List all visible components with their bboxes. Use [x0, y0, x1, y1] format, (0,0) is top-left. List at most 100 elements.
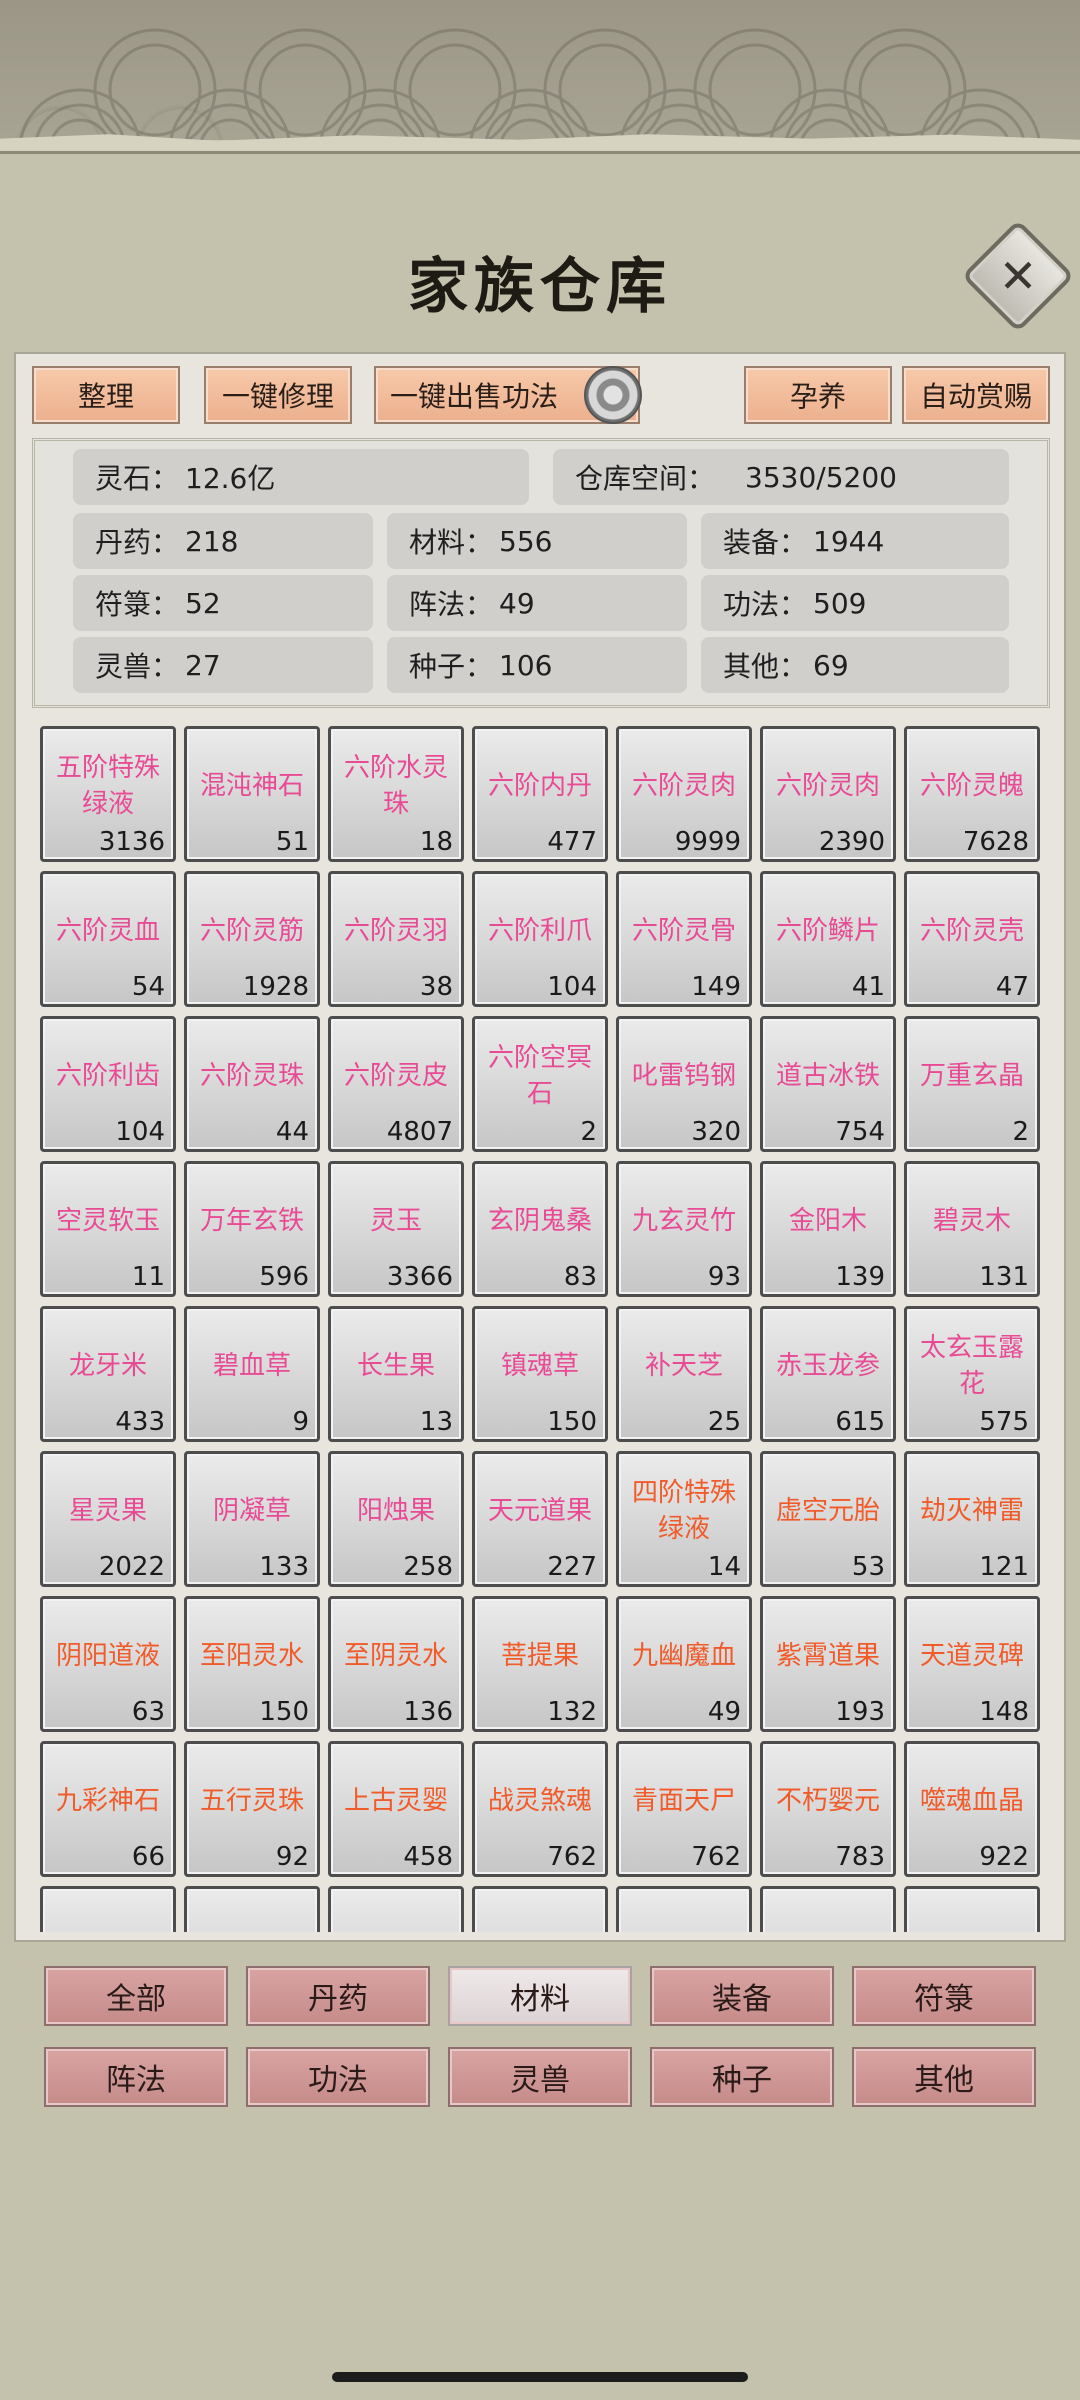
item-slot[interactable]: 龙牙米 433	[40, 1306, 176, 1442]
item-slot[interactable]: 六阶灵肉 9999	[616, 726, 752, 862]
item-count: 2	[1012, 1117, 1029, 1147]
tab-8[interactable]: 种子	[650, 2047, 834, 2107]
item-slot[interactable]: 五行灵珠 92	[184, 1741, 320, 1877]
item-slot[interactable]: 虚空元胎 53	[760, 1451, 896, 1587]
item-slot[interactable]: 青面天尸 762	[616, 1741, 752, 1877]
tab-5[interactable]: 阵法	[44, 2047, 228, 2107]
item-slot[interactable]: 至阳灵水 150	[184, 1596, 320, 1732]
tab-4[interactable]: 符箓	[852, 1966, 1036, 2026]
item-count: 3366	[386, 1262, 453, 1292]
item-slot[interactable]: 劫灭神雷 121	[904, 1451, 1040, 1587]
item-name: 上古灵婴	[343, 1786, 448, 1816]
item-slot[interactable]	[472, 1886, 608, 1932]
item-slot[interactable]: 星灵果 2022	[40, 1451, 176, 1587]
item-slot[interactable]	[616, 1886, 752, 1932]
item-count: 104	[547, 972, 597, 1002]
item-slot[interactable]: 噬魂血晶 922	[904, 1741, 1040, 1877]
item-slot[interactable]: 道古冰铁 754	[760, 1016, 896, 1152]
item-slot[interactable]: 六阶鳞片 41	[760, 871, 896, 1007]
item-slot[interactable]: 六阶灵皮 4807	[328, 1016, 464, 1152]
home-indicator[interactable]	[332, 2372, 748, 2382]
item-count: 53	[851, 1552, 885, 1582]
item-slot[interactable]: 六阶灵骨 149	[616, 871, 752, 1007]
item-slot[interactable]	[904, 1886, 1040, 1932]
item-slot[interactable]: 叱雷钨钢 320	[616, 1016, 752, 1152]
item-slot[interactable]: 玄阴鬼桑 83	[472, 1161, 608, 1297]
item-name: 六阶灵皮	[343, 1061, 448, 1091]
warehouse-panel: 整理 一键修理 一键出售功法 孕养 自动赏赐 灵石： 12.6亿 仓库空间： 353…	[14, 352, 1066, 1942]
item-slot[interactable]: 金阳木 139	[760, 1161, 896, 1297]
item-slot[interactable]: 六阶灵筋 1928	[184, 871, 320, 1007]
stat-zhenfa: 阵法： 49	[387, 575, 687, 631]
item-grid[interactable]: 五阶特殊绿液 3136 混沌神石 51 六阶水灵珠 18 六阶内丹 477 六阶灵肉 9999 六阶…	[30, 724, 1054, 1932]
item-slot[interactable]: 赤玉龙参 615	[760, 1306, 896, 1442]
item-slot[interactable]: 六阶灵魄 7628	[904, 726, 1040, 862]
item-slot[interactable]: 四阶特殊绿液 14	[616, 1451, 752, 1587]
nurture-button[interactable]: 孕养	[744, 366, 892, 424]
item-count: 4807	[386, 1117, 453, 1147]
tab-6[interactable]: 功法	[246, 2047, 430, 2107]
item-slot[interactable]: 六阶水灵珠 18	[328, 726, 464, 862]
item-slot[interactable]: 六阶利爪 104	[472, 871, 608, 1007]
item-slot[interactable]: 九彩神石 66	[40, 1741, 176, 1877]
item-slot[interactable]	[184, 1886, 320, 1932]
item-slot[interactable]	[40, 1886, 176, 1932]
item-count: 93	[707, 1262, 741, 1292]
item-slot[interactable]	[760, 1886, 896, 1932]
repair-all-button[interactable]: 一键修理	[204, 366, 352, 424]
item-slot[interactable]: 五阶特殊绿液 3136	[40, 726, 176, 862]
item-slot[interactable]: 六阶灵壳 47	[904, 871, 1040, 1007]
auto-reward-button[interactable]: 自动赏赐	[902, 366, 1050, 424]
item-slot[interactable]: 菩提果 132	[472, 1596, 608, 1732]
item-slot[interactable]: 万重玄晶 2	[904, 1016, 1040, 1152]
item-slot[interactable]: 六阶灵羽 38	[328, 871, 464, 1007]
item-slot[interactable]: 万年玄铁 596	[184, 1161, 320, 1297]
item-slot[interactable]: 六阶灵肉 2390	[760, 726, 896, 862]
tab-0[interactable]: 全部	[44, 1966, 228, 2026]
item-slot[interactable]: 不朽婴元 783	[760, 1741, 896, 1877]
item-slot[interactable]: 天元道果 227	[472, 1451, 608, 1587]
item-slot[interactable]: 阴阳道液 63	[40, 1596, 176, 1732]
item-slot[interactable]: 六阶灵血 54	[40, 871, 176, 1007]
item-slot[interactable]: 阳烛果 258	[328, 1451, 464, 1587]
item-slot[interactable]: 至阴灵水 136	[328, 1596, 464, 1732]
item-name: 镇魂草	[500, 1351, 579, 1381]
item-count: 477	[547, 827, 597, 857]
sort-button[interactable]: 整理	[32, 366, 180, 424]
item-slot[interactable]: 战灵煞魂 762	[472, 1741, 608, 1877]
item-slot[interactable]: 空灵软玉 11	[40, 1161, 176, 1297]
item-slot[interactable]: 六阶空冥石 2	[472, 1016, 608, 1152]
tab-7[interactable]: 灵兽	[448, 2047, 632, 2107]
item-name: 万年玄铁	[199, 1206, 304, 1236]
item-slot[interactable]: 天道灵碑 148	[904, 1596, 1040, 1732]
tab-2[interactable]: 材料	[448, 1966, 632, 2026]
stat-fulu: 符箓： 52	[73, 575, 373, 631]
item-slot[interactable]: 长生果 13	[328, 1306, 464, 1442]
item-slot[interactable]: 六阶灵珠 44	[184, 1016, 320, 1152]
gear-icon[interactable]	[584, 366, 642, 424]
sell-gongfa-button[interactable]: 一键出售功法	[374, 366, 642, 424]
item-slot[interactable]: 碧血草 9	[184, 1306, 320, 1442]
item-name: 九玄灵竹	[631, 1206, 736, 1236]
item-slot[interactable]: 九幽魔血 49	[616, 1596, 752, 1732]
item-slot[interactable]: 六阶内丹 477	[472, 726, 608, 862]
item-slot[interactable]: 六阶利齿 104	[40, 1016, 176, 1152]
item-slot[interactable]: 补天芝 25	[616, 1306, 752, 1442]
item-slot[interactable]: 镇魂草 150	[472, 1306, 608, 1442]
item-slot[interactable]: 阴凝草 133	[184, 1451, 320, 1587]
item-count: 2	[580, 1117, 597, 1147]
tab-3[interactable]: 装备	[650, 1966, 834, 2026]
item-slot[interactable]: 九玄灵竹 93	[616, 1161, 752, 1297]
item-count: 66	[131, 1842, 165, 1872]
item-slot[interactable]: 上古灵婴 458	[328, 1741, 464, 1877]
item-slot[interactable]	[328, 1886, 464, 1932]
item-slot[interactable]: 碧灵木 131	[904, 1161, 1040, 1297]
item-count: 149	[691, 972, 741, 1002]
tab-1[interactable]: 丹药	[246, 1966, 430, 2026]
item-slot[interactable]: 紫霄道果 193	[760, 1596, 896, 1732]
item-slot[interactable]: 混沌神石 51	[184, 726, 320, 862]
item-count: 150	[547, 1407, 597, 1437]
item-slot[interactable]: 太玄玉露花 575	[904, 1306, 1040, 1442]
tab-9[interactable]: 其他	[852, 2047, 1036, 2107]
item-slot[interactable]: 灵玉 3366	[328, 1161, 464, 1297]
